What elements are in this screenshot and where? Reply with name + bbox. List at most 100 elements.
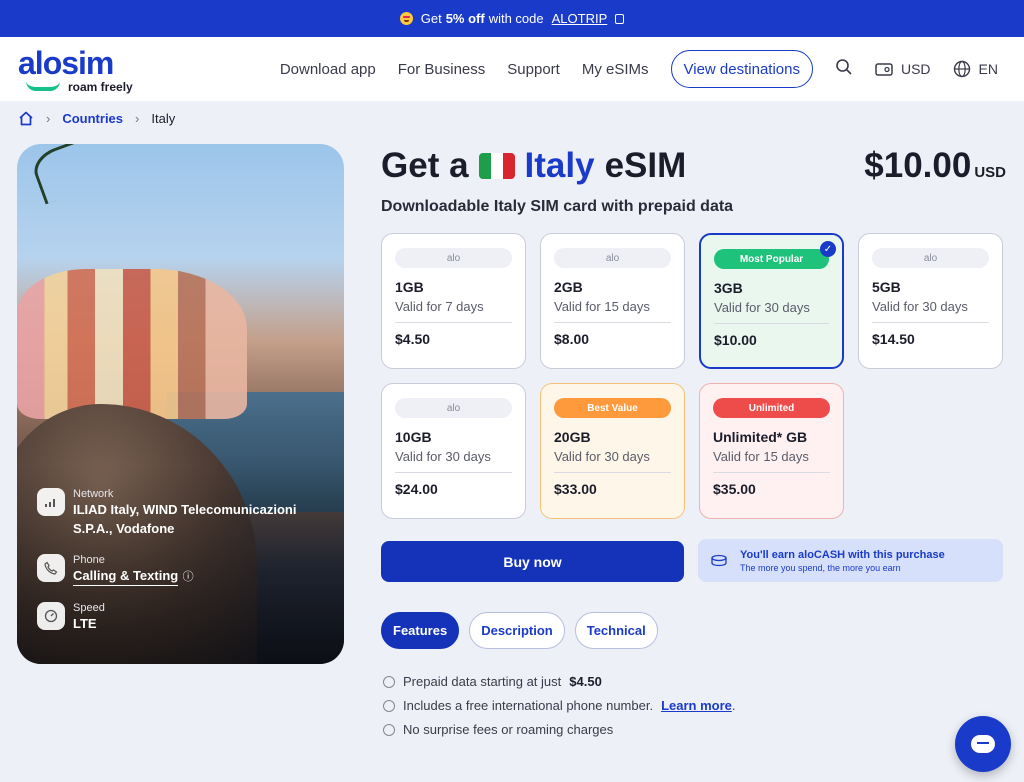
divider (554, 322, 671, 323)
feature-text: Prepaid data starting at just (403, 674, 562, 689)
home-icon[interactable] (18, 111, 34, 126)
plan-card-unlimited[interactable]: Unlimited Unlimited* GB Valid for 15 day… (699, 383, 844, 519)
view-destinations-button[interactable]: View destinations (670, 50, 813, 88)
plan-price: $4.50 (395, 331, 431, 347)
plan-card-20gb[interactable]: Best Value 20GB Valid for 30 days $33.00 (540, 383, 685, 519)
plan-data: 20GB (554, 429, 591, 445)
plan-data: 10GB (395, 429, 432, 445)
info-tabs: Features Description Technical (381, 612, 658, 649)
divider (395, 322, 512, 323)
plan-data: 2GB (554, 279, 583, 295)
plan-card-10gb[interactable]: alo 10GB Valid for 30 days $24.00 (381, 383, 526, 519)
plan-data: 1GB (395, 279, 424, 295)
promo-code[interactable]: ALOTRIP (552, 11, 608, 26)
speed-value: LTE (73, 616, 97, 631)
spec-phone: Phone Calling & Texting ⓘ (37, 554, 313, 586)
info-icon[interactable]: ⓘ (183, 571, 194, 583)
plan-data: Unlimited* GB (713, 429, 808, 445)
alocash-title: You'll earn aloCASH with this purchase (740, 548, 945, 561)
best-value-badge: Best Value (554, 398, 671, 418)
tab-features[interactable]: Features (381, 612, 460, 649)
chat-bubble-icon (971, 735, 995, 753)
plan-card-2gb[interactable]: alo 2GB Valid for 15 days $8.00 (540, 233, 685, 369)
plan-validity: Valid for 30 days (554, 449, 650, 464)
promo-discount: 5% off (445, 11, 485, 26)
breadcrumb-current: Italy (151, 111, 176, 126)
nav-for-business[interactable]: For Business (398, 61, 486, 78)
nav-my-esims[interactable]: My eSIMs (582, 61, 649, 78)
plan-validity: Valid for 30 days (714, 300, 810, 315)
buy-now-button[interactable]: Buy now (381, 541, 684, 582)
nav-support[interactable]: Support (507, 61, 560, 78)
plan-price: $10.00 (714, 332, 757, 348)
title-country: Italy (524, 146, 595, 185)
copy-icon[interactable] (615, 13, 625, 24)
spec-network: Network ILIAD Italy, WIND Telecomunicazi… (37, 488, 313, 538)
feature-list: Prepaid data starting at just $4.50 Incl… (383, 674, 736, 737)
currency-selector[interactable]: USD (875, 61, 931, 77)
alocash-banner: You'll earn aloCASH with this purchase T… (698, 539, 1003, 582)
top-nav: alosim roam freely Download app For Busi… (0, 37, 1024, 101)
plan-badge: alo (395, 248, 512, 268)
price-amount: $10.00 (864, 146, 972, 185)
logo-swoosh-icon (26, 81, 60, 91)
no-fees-icon (383, 723, 395, 736)
plan-validity: Valid for 30 days (872, 299, 968, 314)
feature-end: . (731, 698, 736, 713)
plan-price: $14.50 (872, 331, 915, 347)
phone-value[interactable]: Calling & Texting (73, 566, 179, 586)
phone-label: Phone (73, 554, 105, 566)
plan-grid: alo 1GB Valid for 7 days $4.50 alo 2GB V… (381, 233, 1003, 519)
page-subtitle: Downloadable Italy SIM card with prepaid… (381, 198, 734, 215)
feature-prepaid: Prepaid data starting at just $4.50 (383, 674, 736, 689)
alosim-logo[interactable]: alosim roam freely (18, 43, 138, 95)
wallet-icon (875, 63, 893, 76)
tab-technical[interactable]: Technical (574, 612, 658, 649)
page-title: Get a Italy eSIM (381, 146, 686, 186)
promo-banner: Get 5% off with code ALOTRIP (0, 0, 1024, 37)
plan-badge: alo (395, 398, 512, 418)
price-currency: USD (974, 164, 1006, 181)
language-selector[interactable]: EN (953, 60, 998, 78)
coins-icon (711, 554, 727, 566)
town (17, 269, 247, 419)
breadcrumb: › Countries › Italy (18, 111, 175, 126)
plan-validity: Valid for 15 days (713, 449, 809, 464)
divider (872, 322, 989, 323)
feature-phone-number: Includes a free international phone numb… (383, 698, 736, 713)
logo-tagline: roam freely (68, 80, 133, 94)
network-label: Network (73, 488, 114, 500)
currency-label: USD (900, 61, 931, 77)
chat-button[interactable] (955, 716, 1011, 772)
most-popular-badge: Most Popular (714, 249, 829, 269)
plan-price: $33.00 (554, 481, 597, 497)
nav-download-app[interactable]: Download app (280, 61, 376, 78)
plan-data: 5GB (872, 279, 901, 295)
plan-price: $35.00 (713, 481, 756, 497)
search-icon[interactable] (835, 58, 853, 81)
logo-wordmark: alosim (18, 45, 114, 81)
plan-badge: alo (872, 248, 989, 268)
plan-data: 3GB (714, 280, 743, 296)
plan-price: $8.00 (554, 331, 590, 347)
globe-icon (953, 60, 970, 78)
alocash-note: The more you spend, the more you earn (740, 562, 901, 573)
plan-card-1gb[interactable]: alo 1GB Valid for 7 days $4.50 (381, 233, 526, 369)
plan-badge: alo (554, 248, 671, 268)
plan-card-3gb[interactable]: ✓ Most Popular 3GB Valid for 30 days $10… (699, 233, 844, 369)
unlimited-badge: Unlimited (713, 398, 830, 418)
tree-branch (28, 144, 112, 205)
breadcrumb-countries[interactable]: Countries (62, 111, 123, 126)
smiling-face-icon (399, 12, 413, 25)
feature-text: No surprise fees or roaming charges (403, 722, 614, 737)
divider (714, 323, 829, 324)
promo-suffix: with code (488, 11, 544, 26)
tab-description[interactable]: Description (469, 612, 565, 649)
language-label: EN (978, 61, 998, 77)
learn-more-link[interactable]: Learn more (661, 698, 732, 713)
divider (554, 472, 671, 473)
promo-prefix: Get (420, 11, 442, 26)
plan-card-5gb[interactable]: alo 5GB Valid for 30 days $14.50 (858, 233, 1003, 369)
feature-no-fees: No surprise fees or roaming charges (383, 722, 736, 737)
title-suffix: eSIM (604, 146, 687, 185)
